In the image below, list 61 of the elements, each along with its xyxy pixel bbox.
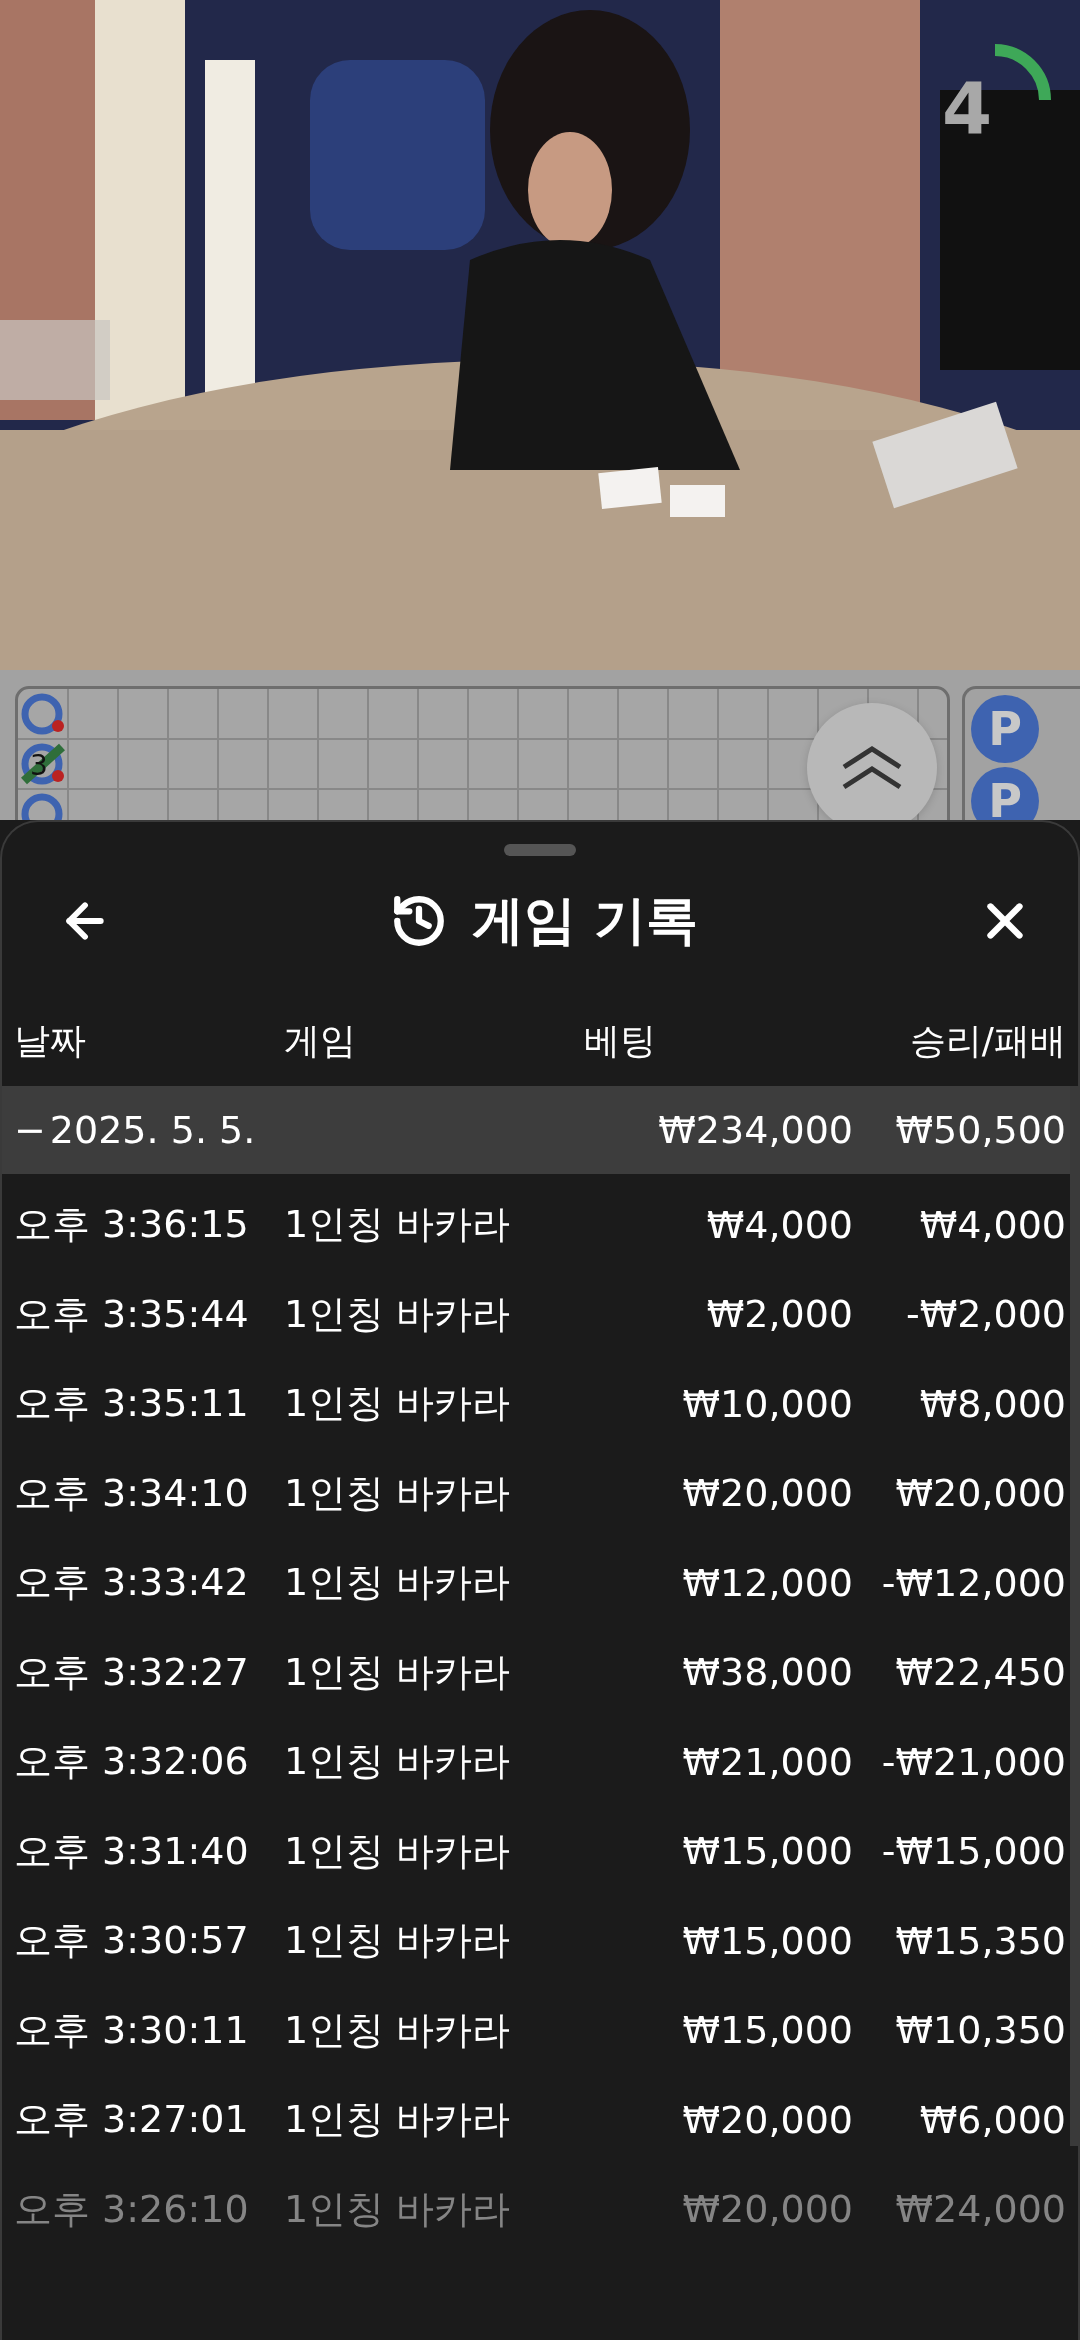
game-cell-text: 1인칭 바카라	[283, 1648, 512, 1696]
game-cell-text: 1인칭 바카라	[283, 2185, 512, 2233]
time-cell-text: 오후 3:35:11	[14, 1380, 250, 1428]
bet-cell-text: ₩4,000	[705, 1202, 853, 1247]
game-cell-text: 1인칭 바카라	[283, 1290, 512, 1338]
time-cell-text: 오후 3:33:42	[14, 1559, 250, 1607]
date-group-toggle[interactable]: −2025. 5. 5.	[14, 1108, 603, 1152]
result-total: ₩50,500	[894, 1108, 1066, 1152]
countdown-number: 4	[941, 66, 993, 150]
bet-cell-text: ₩38,000	[681, 1650, 853, 1695]
bet-cell-text: ₩21,000	[681, 1739, 853, 1784]
time-cell-text: 오후 3:31:40	[14, 1827, 250, 1875]
game-cell-text: 1인칭 바카라	[283, 1917, 512, 1965]
game-cell-text: 1인칭 바카라	[283, 1380, 512, 1428]
bet-cell-text: ₩15,000	[681, 2008, 853, 2053]
result-cell-text: -₩2,000	[904, 1292, 1066, 1337]
game-cell-text: 1인칭 바카라	[283, 2006, 512, 2054]
result-cell-text: ₩22,450	[894, 1650, 1066, 1695]
column-header: 승리/패배	[908, 1018, 1066, 1063]
time-cell-text: 오후 3:30:11	[14, 2006, 250, 2054]
result-cell-text: -₩15,000	[880, 1829, 1066, 1874]
time-cell-text: 오후 3:35:44	[14, 1290, 250, 1338]
game-cell-text: 1인칭 바카라	[283, 2096, 512, 2144]
bet-cell-text: ₩15,000	[681, 1918, 853, 1963]
bet-cell-text: ₩10,000	[681, 1381, 853, 1426]
result-cell-text: ₩6,000	[918, 2097, 1066, 2142]
bet-cell-text: ₩20,000	[681, 1471, 853, 1516]
drag-handle[interactable]	[504, 844, 576, 856]
bet-cell-text: ₩20,000	[681, 2187, 853, 2232]
result-cell-text: ₩8,000	[918, 1381, 1066, 1426]
game-cell-text: 1인칭 바카라	[283, 1738, 512, 1786]
result-cell-text: ₩20,000	[894, 1471, 1066, 1516]
bet-cell-text: ₩20,000	[681, 2097, 853, 2142]
game-cell-text: 1인칭 바카라	[283, 1559, 512, 1607]
column-header: 날짜	[14, 1018, 87, 1063]
result-cell-text: ₩10,350	[894, 2008, 1066, 2053]
player-mark: P	[971, 767, 1039, 820]
bet-cell-text: ₩12,000	[681, 1560, 853, 1605]
time-cell-text: 오후 3:26:10	[14, 2185, 250, 2233]
time-cell-text: 오후 3:32:27	[14, 1648, 250, 1696]
result-cell-text: -₩21,000	[880, 1739, 1066, 1784]
time-cell-text: 오후 3:34:10	[14, 1469, 250, 1517]
bet-total: ₩234,000	[657, 1108, 853, 1152]
player-mark: P	[971, 695, 1039, 763]
column-header: 게임	[284, 1018, 357, 1063]
column-header: 베팅	[584, 1018, 657, 1063]
game-cell-text: 1인칭 바카라	[283, 1201, 512, 1249]
bet-cell-text: ₩2,000	[705, 1292, 853, 1337]
time-cell-text: 오후 3:30:57	[14, 1917, 250, 1965]
result-cell-text: ₩24,000	[894, 2187, 1066, 2232]
bet-cell-text: ₩15,000	[681, 1829, 853, 1874]
time-cell-text: 오후 3:32:06	[14, 1738, 250, 1786]
result-cell-text: ₩4,000	[918, 1202, 1066, 1247]
sheet-title: 게임 기록	[471, 889, 699, 952]
result-cell-text: -₩12,000	[880, 1560, 1066, 1605]
game-cell-text: 1인칭 바카라	[283, 1469, 512, 1517]
result-cell-text: ₩15,350	[894, 1918, 1066, 1963]
timer-arc-icon	[994, 44, 1051, 101]
time-cell-text: 오후 3:36:15	[14, 1201, 250, 1249]
game-cell-text: 1인칭 바카라	[283, 1827, 512, 1875]
time-cell-text: 오후 3:27:01	[14, 2096, 250, 2144]
